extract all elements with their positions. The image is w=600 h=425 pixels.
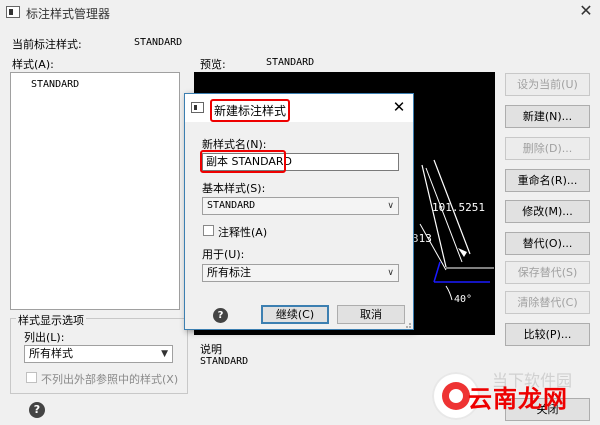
list-select-value: 所有样式 xyxy=(29,347,73,360)
dialog-close-icon[interactable]: ✕ xyxy=(390,98,408,116)
style-list-item[interactable]: STANDARD xyxy=(31,79,79,90)
preview-partial-text: 313 xyxy=(412,232,432,245)
base-style-value: STANDARD xyxy=(207,200,256,211)
preview-angle-text: 40° xyxy=(454,294,472,305)
delete-button[interactable]: 删除(D)... xyxy=(505,137,590,160)
use-for-select[interactable]: 所有标注 ∨ xyxy=(202,264,399,282)
description-value: STANDARD xyxy=(200,356,249,367)
modify-button[interactable]: 修改(M)... xyxy=(505,200,590,223)
rename-button[interactable]: 重命名(R)... xyxy=(505,169,590,192)
description-label: 说明 xyxy=(200,343,222,356)
save-override-button[interactable]: 保存替代(S) xyxy=(505,261,590,284)
use-for-value: 所有标注 xyxy=(207,266,251,279)
window-app-icon xyxy=(6,6,20,18)
preview-label: 预览: xyxy=(200,58,226,71)
annotative-checkbox[interactable] xyxy=(203,225,214,236)
list-select[interactable]: 所有样式 ▼ xyxy=(24,345,173,363)
watermark-text: 云南龙网 xyxy=(468,385,568,413)
set-current-button[interactable]: 设为当前(U) xyxy=(505,73,590,96)
preview-dimension-text: 101.5251 xyxy=(432,201,485,214)
use-for-label: 用于(U): xyxy=(202,248,245,261)
dialog-app-icon xyxy=(191,102,204,113)
display-options-label: 样式显示选项 xyxy=(16,312,86,328)
current-style-label: 当前标注样式: xyxy=(12,38,82,51)
override-button[interactable]: 替代(O)... xyxy=(505,232,590,255)
help-icon[interactable]: ? xyxy=(29,402,45,418)
style-list[interactable]: STANDARD xyxy=(10,72,180,310)
dialog-help-icon[interactable]: ? xyxy=(213,308,228,323)
window-title: 标注样式管理器 xyxy=(26,7,111,21)
chevron-down-icon: ▼ xyxy=(161,349,168,359)
annotative-label: 注释性(A) xyxy=(218,226,268,239)
list-label: 列出(L): xyxy=(24,331,65,344)
base-style-label: 基本样式(S): xyxy=(202,182,266,195)
chevron-down-icon: ∨ xyxy=(387,201,394,211)
new-button[interactable]: 新建(N)... xyxy=(505,105,590,128)
chevron-down-icon: ∨ xyxy=(387,268,394,278)
styles-label: 样式(A): xyxy=(12,58,54,71)
compare-button[interactable]: 比较(P)... xyxy=(505,323,590,346)
name-highlight-box xyxy=(200,150,286,173)
dialog-titlebar: 新建标注样式 ✕ xyxy=(185,94,413,122)
exclude-xref-checkbox[interactable] xyxy=(26,372,37,383)
continue-button[interactable]: 继续(C) xyxy=(261,305,329,324)
clear-override-button[interactable]: 清除替代(C) xyxy=(505,291,590,314)
close-icon[interactable]: ✕ xyxy=(576,2,596,20)
current-style-value: STANDARD xyxy=(134,37,183,48)
exclude-xref-label: 不列出外部参照中的样式(X) xyxy=(41,373,179,386)
preview-style-name: STANDARD xyxy=(266,57,315,68)
new-style-dialog: 新建标注样式 ✕ 新样式名(N): 副本 STANDARD 基本样式(S): S… xyxy=(184,93,414,330)
resize-grip-icon[interactable] xyxy=(403,320,412,329)
base-style-select[interactable]: STANDARD ∨ xyxy=(202,197,399,215)
cancel-button[interactable]: 取消 xyxy=(337,305,405,324)
dialog-title: 新建标注样式 xyxy=(210,99,291,122)
